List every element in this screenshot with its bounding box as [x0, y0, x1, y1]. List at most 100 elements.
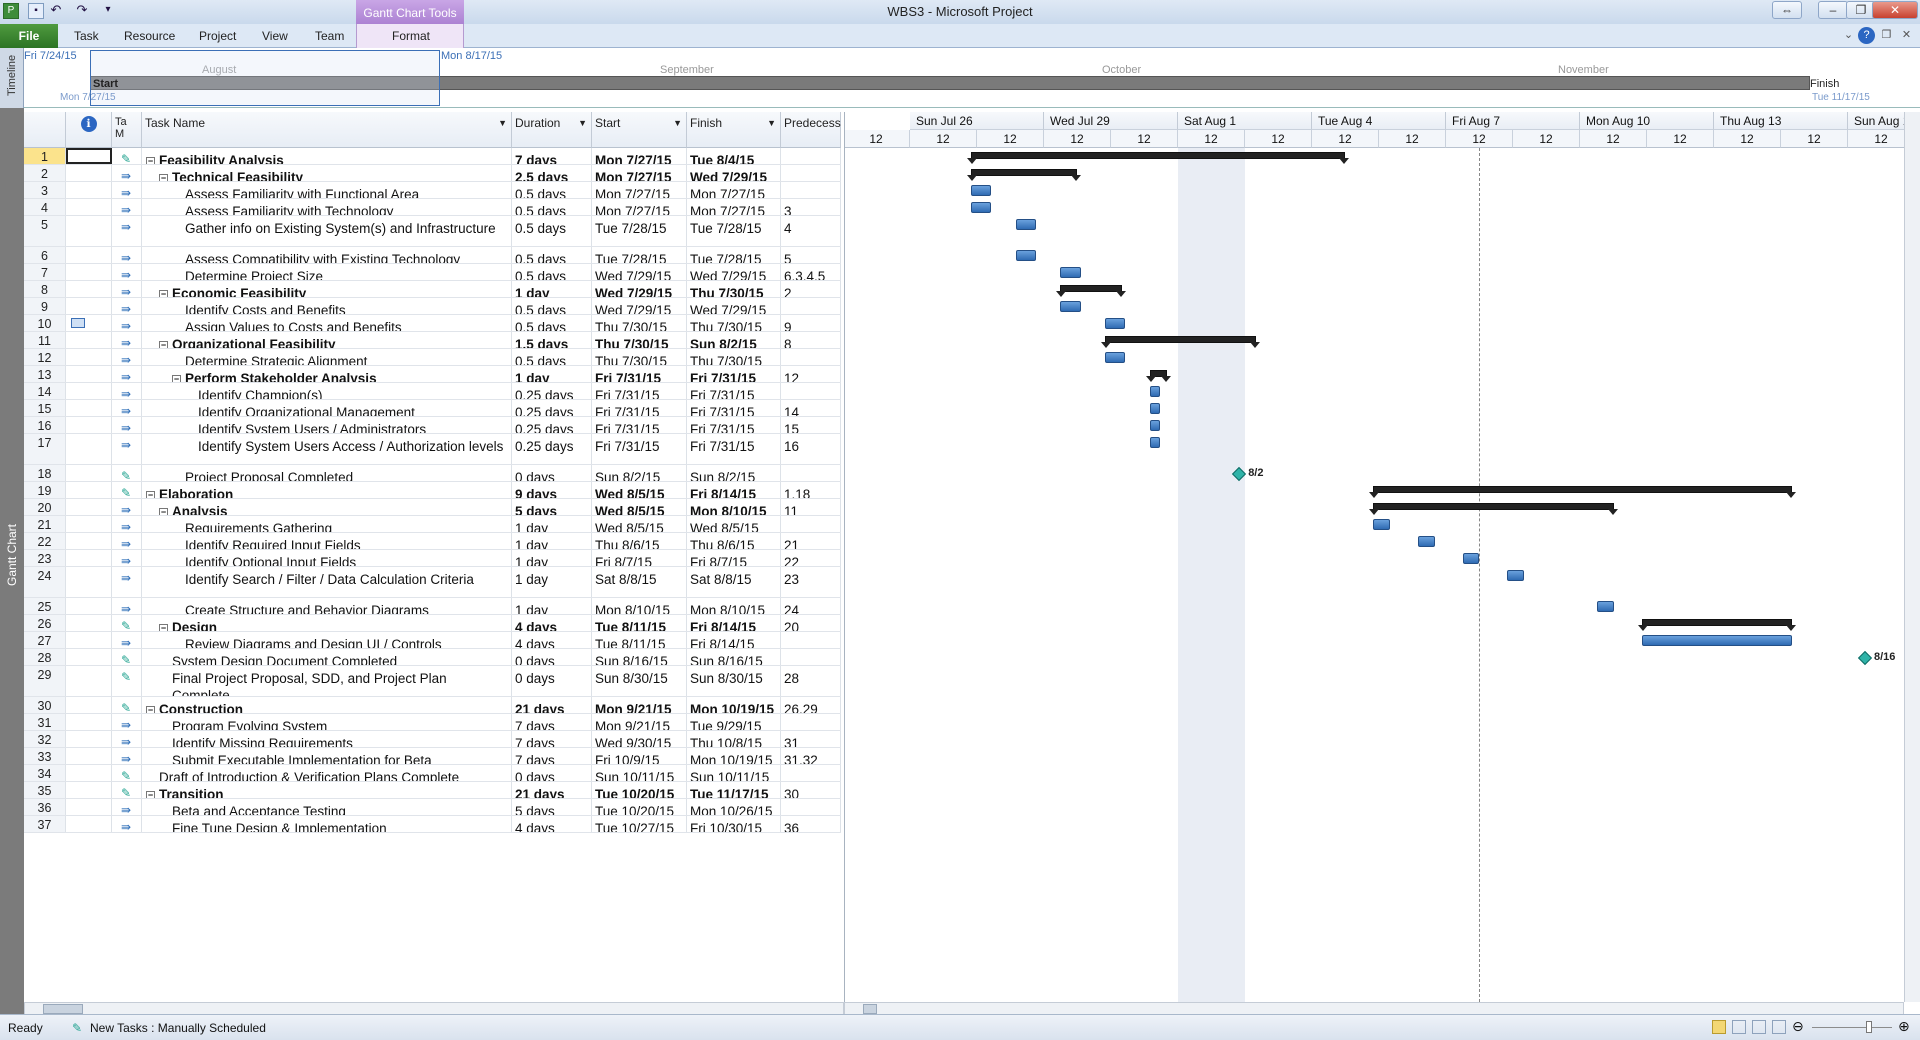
team-planner-icon[interactable]: [1752, 1020, 1766, 1034]
finish-cell[interactable]: Sat 8/8/15: [687, 567, 781, 597]
finish-cell[interactable]: Mon 10/19/15: [687, 697, 781, 713]
zoom-out-icon[interactable]: ⊖: [1792, 1018, 1804, 1035]
indicator-cell[interactable]: [66, 550, 112, 566]
table-row[interactable]: 4 ⇛ Assess Familiarity with Technology 0.5 …: [24, 199, 841, 216]
predecessors-cell[interactable]: 16: [781, 434, 841, 464]
start-cell[interactable]: Mon 9/21/15: [592, 697, 687, 713]
task-mode-cell[interactable]: ⇛: [112, 731, 142, 747]
indicator-cell[interactable]: [66, 434, 112, 464]
predecessors-cell[interactable]: [781, 632, 841, 648]
task-mode-cell[interactable]: ⇛: [112, 247, 142, 263]
task-name-cell[interactable]: Identify Missing Requirements: [142, 731, 512, 747]
task-name-cell[interactable]: − Elaboration: [142, 482, 512, 498]
row-number[interactable]: 16: [24, 417, 66, 433]
scroll-thumb[interactable]: [43, 1004, 83, 1014]
indicator-cell[interactable]: [66, 383, 112, 399]
task-name-cell[interactable]: System Design Document Completed: [142, 649, 512, 665]
finish-cell[interactable]: Tue 7/28/15: [687, 247, 781, 263]
indicator-cell[interactable]: [66, 765, 112, 781]
predecessors-cell[interactable]: 11: [781, 499, 841, 515]
table-row[interactable]: 37 ⇛ Fine Tune Design & Implementation 4 da…: [24, 816, 841, 833]
finish-cell[interactable]: Tue 8/4/15: [687, 148, 781, 164]
duration-cell[interactable]: 0.5 days: [512, 349, 592, 365]
task-mode-cell[interactable]: ⇛: [112, 598, 142, 614]
predecessors-cell[interactable]: 21: [781, 533, 841, 549]
duration-cell[interactable]: 1 day: [512, 516, 592, 532]
finish-cell[interactable]: Tue 7/28/15: [687, 216, 781, 246]
indicator-cell[interactable]: [66, 666, 112, 696]
predecessors-cell[interactable]: 9: [781, 315, 841, 331]
indicator-cell[interactable]: [66, 315, 112, 331]
table-row[interactable]: 33 ⇛ Submit Executable Implementation for …: [24, 748, 841, 765]
task-bar[interactable]: [1149, 386, 1160, 397]
task-mode-cell[interactable]: ⇛: [112, 799, 142, 815]
table-row[interactable]: 2 ⇛ − Technical Feasibility 2.5 days Mon 7/27…: [24, 165, 841, 182]
gantt-body[interactable]: 8/2 8/16: [845, 148, 1904, 1002]
start-cell[interactable]: Wed 9/30/15: [592, 731, 687, 747]
indicator-cell[interactable]: [66, 782, 112, 798]
start-cell[interactable]: Tue 10/20/15: [592, 799, 687, 815]
table-row[interactable]: 35 ✎ − Transition 21 days Tue 10/20/15 Tue 11/…: [24, 782, 841, 799]
task-mode-cell[interactable]: ⇛: [112, 332, 142, 348]
start-cell[interactable]: Fri 8/7/15: [592, 550, 687, 566]
finish-cell[interactable]: Mon 10/26/15: [687, 799, 781, 815]
task-mode-cell[interactable]: ⇛: [112, 748, 142, 764]
duration-cell[interactable]: 0 days: [512, 649, 592, 665]
task-name-cell[interactable]: − Transition: [142, 782, 512, 798]
row-number[interactable]: 30: [24, 697, 66, 713]
predecessors-cell[interactable]: 1,18: [781, 482, 841, 498]
task-mode-cell[interactable]: ✎: [112, 649, 142, 665]
row-number[interactable]: 14: [24, 383, 66, 399]
finish-cell[interactable]: Wed 7/29/15: [687, 165, 781, 181]
task-mode-cell[interactable]: ⇛: [112, 533, 142, 549]
task-bar[interactable]: [1418, 536, 1435, 547]
tab-task[interactable]: Task: [74, 29, 99, 43]
task-mode-cell[interactable]: ✎: [112, 666, 142, 696]
table-row[interactable]: 6 ⇛ Assess Compatibility with Existing Tec…: [24, 247, 841, 264]
start-cell[interactable]: Sun 8/30/15: [592, 666, 687, 696]
task-bar[interactable]: [1060, 267, 1081, 278]
row-number[interactable]: 37: [24, 816, 66, 832]
start-cell[interactable]: Mon 8/10/15: [592, 598, 687, 614]
predecessors-cell[interactable]: [781, 465, 841, 481]
indicator-cell[interactable]: [66, 148, 112, 164]
finish-cell[interactable]: Mon 7/27/15: [687, 182, 781, 198]
task-name-cell[interactable]: Determine Project Size: [142, 264, 512, 280]
row-number[interactable]: 9: [24, 298, 66, 314]
start-cell[interactable]: Sun 8/16/15: [592, 649, 687, 665]
finish-cell[interactable]: Fri 8/14/15: [687, 632, 781, 648]
predecessors-cell[interactable]: [781, 165, 841, 181]
vertical-scrollbar[interactable]: [1904, 112, 1920, 1002]
finish-cell[interactable]: Mon 8/10/15: [687, 499, 781, 515]
task-name-cell[interactable]: Create Structure and Behavior Diagrams: [142, 598, 512, 614]
duration-cell[interactable]: 7 days: [512, 731, 592, 747]
table-row[interactable]: 7 ⇛ Determine Project Size 0.5 days Wed 7/29…: [24, 264, 841, 281]
predecessors-cell[interactable]: 30: [781, 782, 841, 798]
collapse-icon[interactable]: −: [146, 791, 155, 798]
start-cell[interactable]: Thu 7/30/15: [592, 349, 687, 365]
task-name-cell[interactable]: Identify System Users Access / Authoriza…: [142, 434, 512, 464]
row-number[interactable]: 15: [24, 400, 66, 416]
finish-cell[interactable]: Sun 10/11/15: [687, 765, 781, 781]
tab-view[interactable]: View: [262, 29, 288, 43]
zoom-in-icon[interactable]: ⊕: [1898, 1018, 1910, 1035]
duration-cell[interactable]: 0 days: [512, 765, 592, 781]
start-header[interactable]: Start ▼: [592, 112, 687, 148]
summary-bar[interactable]: [1145, 370, 1171, 382]
table-row[interactable]: 22 ⇛ Identify Required Input Fields 1 day Th…: [24, 533, 841, 550]
task-mode-cell[interactable]: ⇛: [112, 714, 142, 730]
indicator-cell[interactable]: [66, 216, 112, 246]
predecessors-cell[interactable]: 2: [781, 281, 841, 297]
collapse-icon[interactable]: −: [159, 174, 168, 181]
task-name-cell[interactable]: − Analysis: [142, 499, 512, 515]
ribbon-toggle-icon[interactable]: ⇔: [1772, 1, 1802, 19]
predecessors-cell[interactable]: 4: [781, 216, 841, 246]
task-name-cell[interactable]: − Economic Feasibility: [142, 281, 512, 297]
finish-cell[interactable]: Wed 8/5/15: [687, 516, 781, 532]
table-row[interactable]: 28 ✎ System Design Document Completed 0 day…: [24, 649, 841, 666]
duration-cell[interactable]: 1 day: [512, 533, 592, 549]
start-cell[interactable]: Fri 7/31/15: [592, 434, 687, 464]
collapse-icon[interactable]: −: [159, 624, 168, 631]
task-bar[interactable]: [1641, 635, 1793, 646]
start-cell[interactable]: Fri 7/31/15: [592, 366, 687, 382]
